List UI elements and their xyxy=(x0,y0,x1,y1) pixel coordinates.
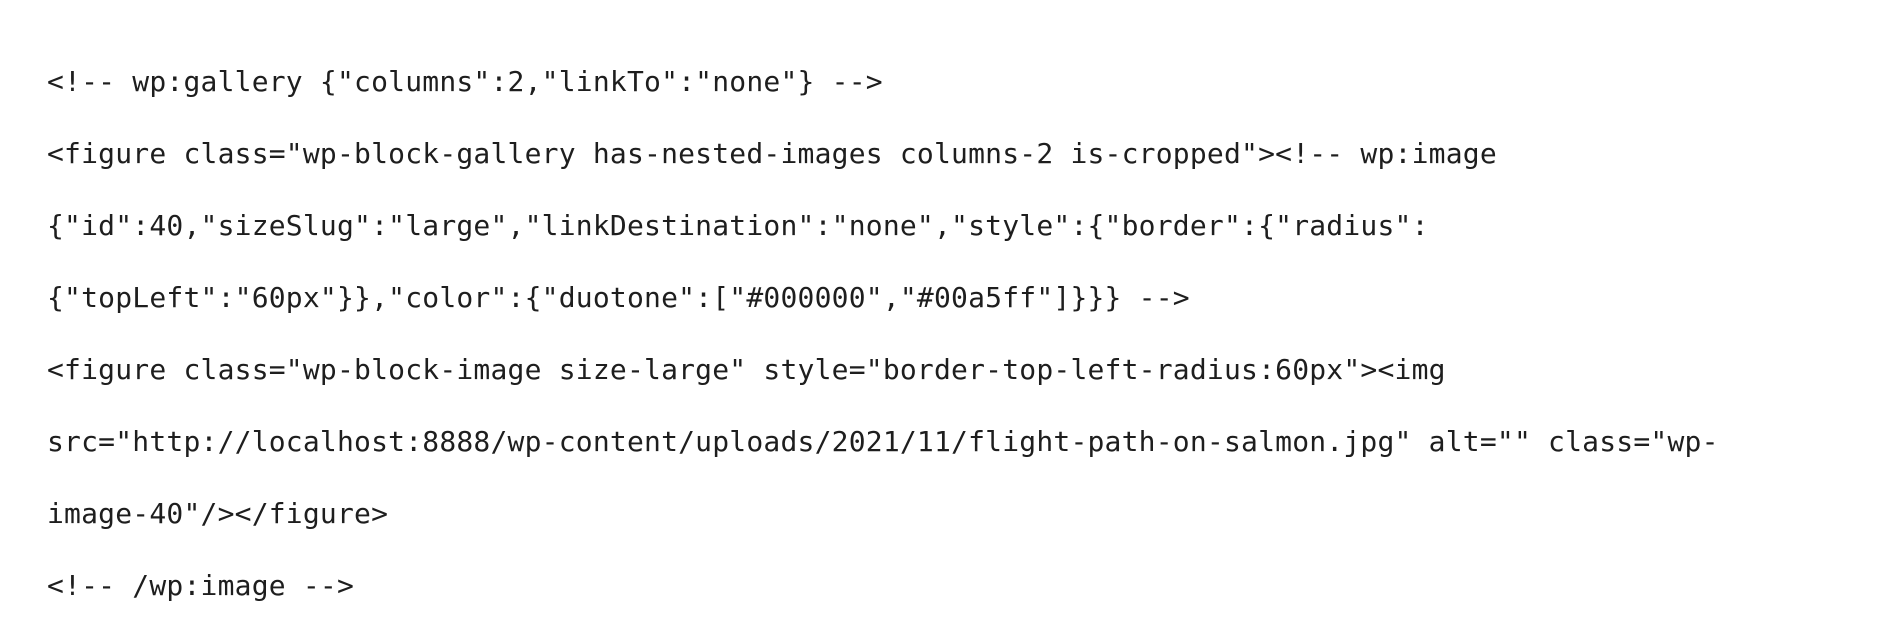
code-line-1: <!-- wp:gallery {"columns":2,"linkTo":"n… xyxy=(47,65,883,98)
code-line-3: {"id":40,"sizeSlug":"large","linkDestina… xyxy=(47,209,1429,242)
code-view: <!-- wp:gallery {"columns":2,"linkTo":"n… xyxy=(0,0,1896,628)
code-line-4: {"topLeft":"60px"}},"color":{"duotone":[… xyxy=(47,281,1190,314)
code-line-5: <figure class="wp-block-image size-large… xyxy=(47,353,1446,386)
code-line-7: image-40"/></figure> xyxy=(47,497,389,530)
code-line-2: <figure class="wp-block-gallery has-nest… xyxy=(47,137,1497,170)
code-line-6: src="http://localhost:8888/wp-content/up… xyxy=(47,425,1719,458)
code-line-8: <!-- /wp:image --> xyxy=(47,569,355,602)
